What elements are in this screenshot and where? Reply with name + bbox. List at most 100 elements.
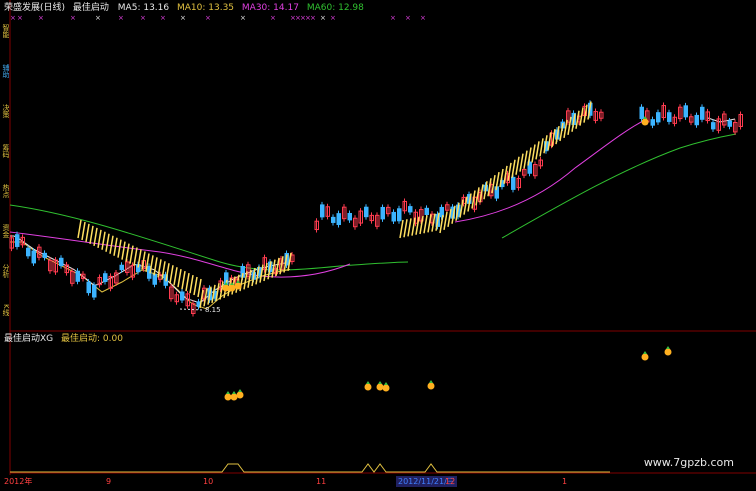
signal-peach-icon [234,282,242,290]
candle-body [331,216,336,223]
candle-body [650,119,655,126]
candle-body [15,234,20,247]
ma30-line-left [9,231,351,278]
sub-signal-peach-icon-leaf [378,381,382,384]
trend-stripe [169,265,174,284]
sub-signal-peach-icon [382,384,390,392]
trend-stripe [189,274,194,294]
signal-peach-icon [222,284,230,292]
candle-body [31,250,36,264]
candle-body [639,106,644,120]
ma30-value: MA30: 14.17 [241,3,299,13]
side-item-3[interactable]: 筹码 [0,144,9,178]
trend-stripe [105,233,110,252]
signal-x-icon: × [95,14,101,22]
sub-signal-peach-icon-leaf [232,391,236,394]
signal-x-icon: × [320,14,326,22]
candle-body [700,106,705,120]
sub-signal-peach-icon-leaf [226,391,230,394]
trend-stripe [535,141,540,160]
candle-body [727,120,732,127]
candle-body [347,212,352,221]
trend-stripe [539,138,544,157]
ma60-value: MA60: 12.98 [306,3,364,13]
side-item-6[interactable]: 分析 [0,264,9,298]
candle-body [380,206,385,220]
sub-signal-peach-icon-leaf [666,346,670,349]
trend-stripe [101,231,106,250]
sub-indicator-value: 最佳启动: 0.00 [61,334,123,344]
sub-signal-peach-icon [641,353,649,361]
candle-body [336,213,341,226]
trend-stripe [77,219,82,239]
signal-x-icon: × [70,14,76,22]
candle-body [26,247,31,257]
sub-signal-peach-icon [376,383,384,391]
kline-chart[interactable] [0,0,756,487]
side-item-5[interactable]: 资金 [0,224,9,258]
sub-signal-peach-icon-leaf [643,351,647,354]
candle-body [59,257,64,267]
trend-stripe [173,267,178,286]
trend-stripe [117,239,122,258]
trend-stripe [403,219,408,238]
trend-stripe [121,241,126,260]
trend-stripe [125,243,130,262]
ma10-value: MA10: 13.35 [176,3,235,13]
candle-body [711,122,716,130]
side-item-4[interactable]: 热点 [0,184,9,218]
sub-signal-peach-icon [664,348,672,356]
sub-header: 最佳启动XG 最佳启动: 0.00 [4,334,128,345]
signal-x-icon: × [240,14,246,22]
trend-stripe [443,211,448,231]
sub-signal-peach-icon [224,393,232,401]
side-item-0[interactable]: 智能 [0,24,9,58]
candle-body [180,291,185,301]
candle-body [694,114,699,126]
trend-stripe [407,218,412,237]
signal-x-icon: × [140,14,146,22]
sub-signal-peach-icon [236,391,244,399]
candle-body [511,176,516,190]
sub-indicator-line [10,463,610,473]
x-label-jan: 1 [562,477,568,486]
trend-stripe [515,156,520,175]
signal-x-icon: × [160,14,166,22]
signal-x-icon: × [270,14,276,22]
side-item-7[interactable]: K线 [0,304,9,324]
x-label-sep: 9 [106,477,112,486]
x-label-dec: 12 [445,477,456,486]
chart-area[interactable]: 荣盛发展(日线) 最佳启动 MA5: 13.16 MA10: 13.35 MA3… [0,0,756,487]
candle-body [397,208,402,222]
side-item-2[interactable]: 决策 [0,104,9,138]
trend-stripe [427,214,432,233]
candle-body [119,264,124,271]
trend-stripe [181,271,186,290]
signal-x-icon: × [310,14,316,22]
x-label-year: 2012年 [4,477,33,486]
candle-body [408,206,413,213]
signal-x-icon: × [38,14,44,22]
sub-signal-peach-icon-leaf [366,381,370,384]
trend-stripe [193,276,198,296]
candle-body [103,273,108,282]
trend-stripe [523,150,528,169]
candle-body [683,105,688,118]
sub-signal-peach-icon-leaf [384,382,388,385]
trend-stripe [399,219,404,239]
candle-body [364,206,369,218]
ma5-value: MA5: 13.16 [117,3,170,13]
trend-stripe [97,229,102,248]
x-axis: 2012年 9 10 11 2012/11/21/三 12 1 [0,476,756,487]
sub-signal-peach-icon [427,382,435,390]
signal-x-icon: × [17,14,23,22]
signal-peach-icon [228,284,236,292]
main-header: 荣盛发展(日线) 最佳启动 MA5: 13.16 MA10: 13.35 MA3… [4,3,369,14]
candle-body [424,207,429,215]
candle-body [92,284,97,298]
candle-body [86,281,91,294]
trend-stripe [423,215,428,234]
side-item-1[interactable]: 辅助 [0,64,9,98]
signal-x-icon: × [390,14,396,22]
indicator-name: 最佳启动 [72,3,109,13]
